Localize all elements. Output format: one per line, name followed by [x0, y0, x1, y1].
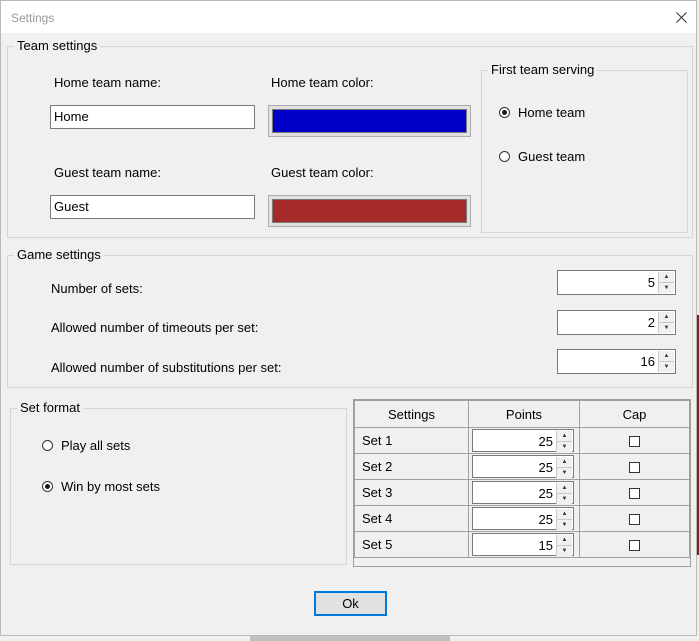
substitutions-stepper[interactable]: 16 ▲ ▼ — [557, 349, 676, 374]
set-cap-cell — [579, 427, 690, 454]
set-points-cell: 25 ▲ ▼ — [468, 427, 580, 454]
column-header-points[interactable]: Points — [468, 400, 580, 428]
table-row: Set 1 25 ▲ ▼ — [354, 427, 690, 454]
radio-win-by-most-sets-label: Win by most sets — [61, 479, 160, 494]
set-name-cell: Set 1 — [354, 427, 469, 454]
set-points-cell: 25 ▲ ▼ — [468, 479, 580, 506]
set-cap-cell — [579, 531, 690, 558]
sets-table: Settings Points Cap Set 1 25 ▲ ▼ Set 2 25 ▲ ▼ Se… — [353, 399, 691, 567]
number-of-sets-label: Number of sets: — [51, 281, 143, 296]
set-points-cell: 15 ▲ ▼ — [468, 531, 580, 558]
team-settings-legend: Team settings — [14, 39, 101, 53]
home-team-name-label: Home team name: — [54, 75, 161, 90]
spin-up-icon[interactable]: ▲ — [659, 312, 674, 322]
spin-up-icon[interactable]: ▲ — [659, 351, 674, 361]
set-points-value: 15 — [538, 538, 553, 553]
cap-checkbox[interactable] — [629, 436, 640, 448]
spin-down-icon[interactable]: ▼ — [659, 322, 674, 333]
home-team-color-label: Home team color: — [271, 75, 374, 90]
spin-down-icon[interactable]: ▼ — [557, 545, 572, 556]
guest-team-name-input[interactable]: Guest — [50, 195, 255, 219]
set-points-cell: 25 ▲ ▼ — [468, 505, 580, 532]
cap-checkbox[interactable] — [629, 462, 640, 474]
set-points-stepper[interactable]: 25 ▲ ▼ — [472, 429, 574, 452]
spin-up-icon[interactable]: ▲ — [557, 431, 572, 441]
set-format-legend: Set format — [17, 401, 83, 415]
set-points-stepper[interactable]: 25 ▲ ▼ — [472, 455, 574, 478]
settings-dialog: Settings Team settings Home team name: H… — [0, 0, 697, 636]
guest-team-color-label: Guest team color: — [271, 165, 374, 180]
table-row: Set 4 25 ▲ ▼ — [354, 505, 690, 532]
timeouts-stepper[interactable]: 2 ▲ ▼ — [557, 310, 676, 335]
spin-down-icon[interactable]: ▼ — [659, 282, 674, 293]
substitutions-value: 16 — [640, 354, 655, 369]
set-name-cell: Set 4 — [354, 505, 469, 532]
number-of-sets-stepper[interactable]: 5 ▲ ▼ — [557, 270, 676, 295]
set-points-stepper[interactable]: 25 ▲ ▼ — [472, 507, 574, 530]
set-points-stepper[interactable]: 25 ▲ ▼ — [472, 481, 574, 504]
first-team-serving-legend: First team serving — [488, 63, 598, 77]
spin-up-icon[interactable]: ▲ — [557, 509, 572, 519]
column-header-cap[interactable]: Cap — [579, 400, 690, 428]
cap-checkbox[interactable] — [629, 488, 640, 500]
cap-checkbox[interactable] — [629, 540, 640, 552]
spin-down-icon[interactable]: ▼ — [557, 519, 572, 530]
table-row: Set 2 25 ▲ ▼ — [354, 453, 690, 480]
spin-down-icon[interactable]: ▼ — [557, 441, 572, 452]
radio-play-all-sets[interactable]: Play all sets — [42, 438, 130, 453]
radio-home-team-circle — [499, 107, 510, 118]
timeouts-value: 2 — [647, 315, 655, 330]
guest-team-color-swatch — [272, 199, 467, 223]
set-cap-cell — [579, 479, 690, 506]
column-header-settings[interactable]: Settings — [354, 400, 469, 428]
guest-team-color-button[interactable] — [268, 195, 471, 227]
number-of-sets-value: 5 — [647, 275, 655, 290]
set-points-cell: 25 ▲ ▼ — [468, 453, 580, 480]
set-points-stepper[interactable]: 15 ▲ ▼ — [472, 533, 574, 556]
set-points-value: 25 — [538, 434, 553, 449]
radio-home-team[interactable]: Home team — [499, 105, 585, 120]
ok-button[interactable]: Ok — [314, 591, 387, 616]
radio-play-all-sets-circle — [42, 440, 53, 451]
substitutions-label: Allowed number of substitutions per set: — [51, 360, 282, 375]
radio-guest-team[interactable]: Guest team — [499, 149, 585, 164]
home-team-color-swatch — [272, 109, 467, 133]
set-name-cell: Set 3 — [354, 479, 469, 506]
home-team-color-button[interactable] — [268, 105, 471, 137]
game-settings-legend: Game settings — [14, 248, 104, 262]
spin-up-icon[interactable]: ▲ — [557, 457, 572, 467]
set-points-value: 25 — [538, 486, 553, 501]
background-taskbar — [250, 636, 450, 641]
home-team-name-input[interactable]: Home — [50, 105, 255, 129]
set-name-cell: Set 2 — [354, 453, 469, 480]
set-name-cell: Set 5 — [354, 531, 469, 558]
set-points-value: 25 — [538, 460, 553, 475]
spin-up-icon[interactable]: ▲ — [659, 272, 674, 282]
close-button[interactable] — [666, 1, 696, 33]
radio-win-by-most-sets-circle — [42, 481, 53, 492]
spin-down-icon[interactable]: ▼ — [659, 361, 674, 372]
guest-team-name-label: Guest team name: — [54, 165, 161, 180]
cap-checkbox[interactable] — [629, 514, 640, 526]
spin-up-icon[interactable]: ▲ — [557, 535, 572, 545]
set-cap-cell — [579, 505, 690, 532]
spin-down-icon[interactable]: ▼ — [557, 467, 572, 478]
radio-home-team-label: Home team — [518, 105, 586, 120]
spin-up-icon[interactable]: ▲ — [557, 483, 572, 493]
timeouts-label: Allowed number of timeouts per set: — [51, 320, 259, 335]
table-row: Set 3 25 ▲ ▼ — [354, 479, 690, 506]
radio-guest-team-circle — [499, 151, 510, 162]
close-icon — [675, 11, 687, 23]
radio-guest-team-label: Guest team — [518, 149, 586, 164]
window-title: Settings — [11, 11, 55, 25]
title-bar: Settings — [1, 1, 696, 33]
radio-play-all-sets-label: Play all sets — [61, 438, 131, 453]
spin-down-icon[interactable]: ▼ — [557, 493, 572, 504]
set-points-value: 25 — [538, 512, 553, 527]
radio-win-by-most-sets[interactable]: Win by most sets — [42, 479, 160, 494]
set-cap-cell — [579, 453, 690, 480]
table-row: Set 5 15 ▲ ▼ — [354, 531, 690, 558]
